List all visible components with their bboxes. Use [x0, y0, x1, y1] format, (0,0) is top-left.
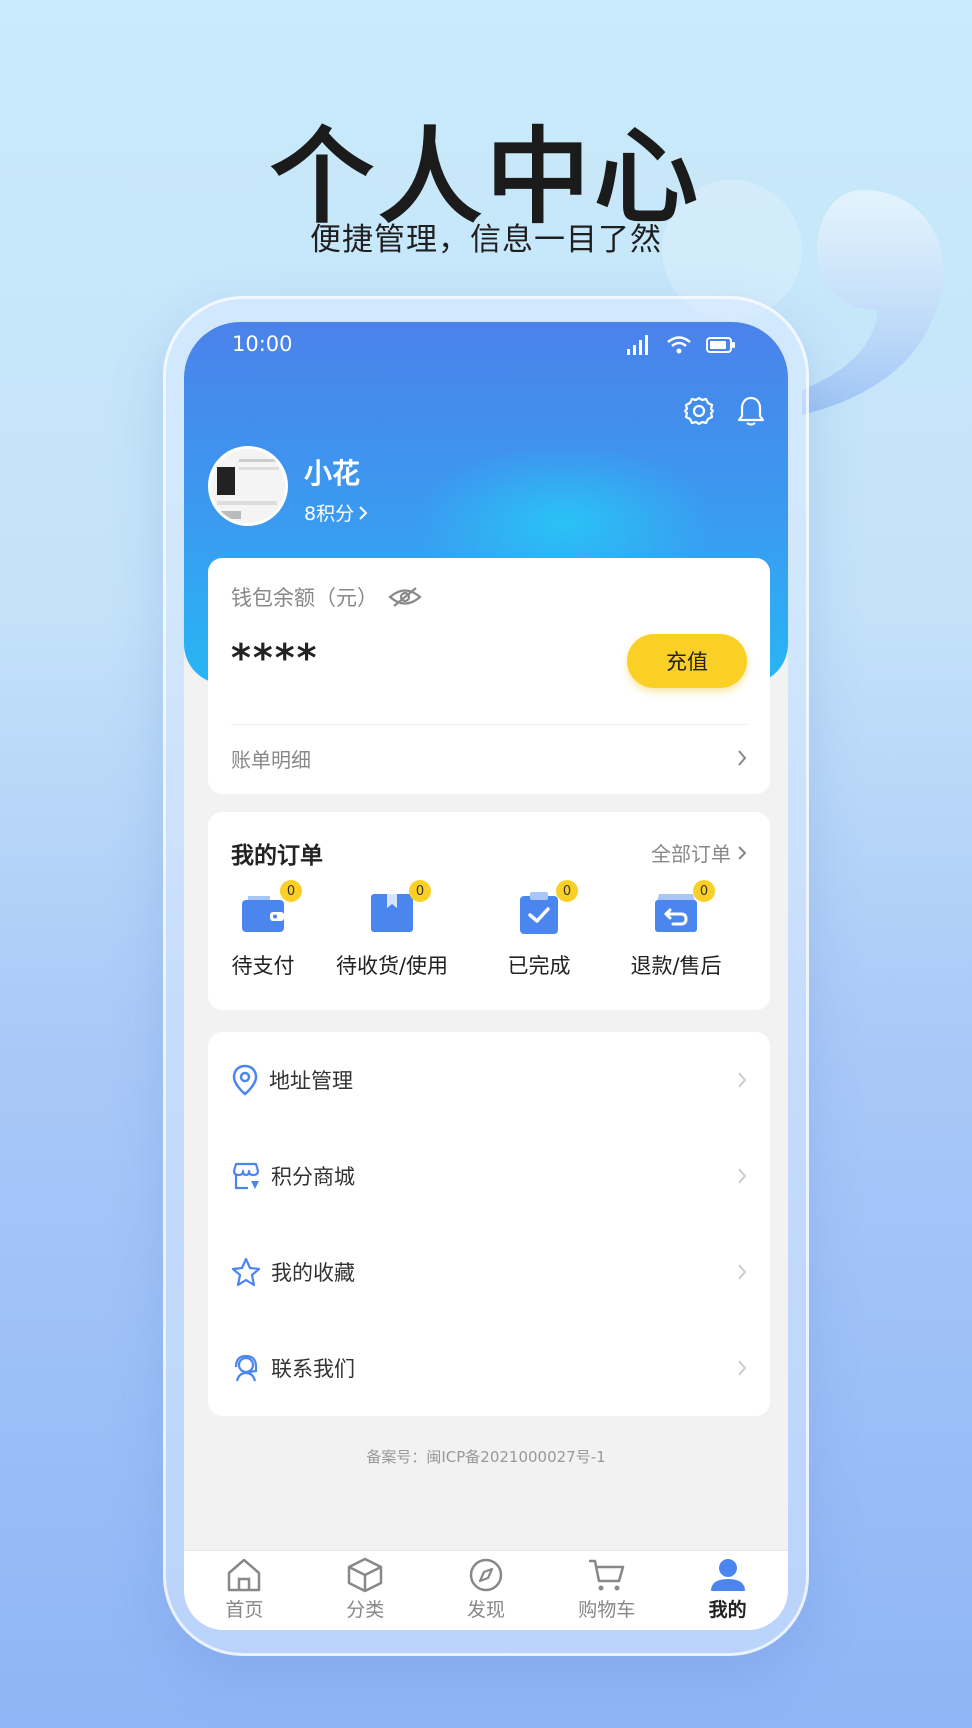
location-pin-icon — [232, 1064, 258, 1096]
status-bar: 10:00 — [184, 322, 788, 382]
hero-subtitle: 便捷管理，信息一目了然 — [310, 222, 662, 258]
status-time: 10:00 — [232, 332, 293, 356]
all-orders-label: 全部订单 — [651, 842, 731, 866]
username: 小花 — [304, 457, 361, 490]
tab-cart[interactable]: 购物车 — [546, 1551, 667, 1630]
cube-icon — [347, 1557, 383, 1593]
menu-item-contact[interactable]: 联系我们 — [231, 1338, 747, 1398]
bill-details-row[interactable]: 账单明细 — [231, 738, 747, 778]
tab-home[interactable]: 首页 — [184, 1551, 305, 1630]
wallet-amount: **** — [231, 636, 319, 680]
menu-item-address[interactable]: 地址管理 — [231, 1050, 747, 1110]
recharge-button[interactable]: 充值 — [627, 634, 747, 688]
return-box-icon — [655, 894, 697, 932]
star-icon — [231, 1257, 261, 1287]
pending-receipt-label: 待收货/使用 — [335, 954, 449, 978]
phone-screen: 10:00 小花 8积分 钱包余额（元） **** 充值 账单明细 我的订单 全… — [184, 322, 788, 1630]
tab-label: 分类 — [346, 1599, 385, 1621]
notification-button[interactable] — [734, 394, 768, 428]
menu-item-label: 地址管理 — [269, 1069, 353, 1093]
store-icon — [232, 1162, 260, 1190]
customer-service-icon — [234, 1354, 258, 1382]
wallet-icon — [242, 896, 284, 932]
menu-item-label: 积分商城 — [271, 1165, 355, 1189]
tab-discover[interactable]: 发现 — [426, 1551, 547, 1630]
all-orders-link[interactable]: 全部订单 — [651, 838, 747, 867]
tab-mine[interactable]: 我的 — [667, 1551, 788, 1630]
compass-icon — [469, 1558, 503, 1592]
wifi-icon — [667, 336, 691, 354]
menu-card: 地址管理 积分商城 我的收藏 联系我们 — [208, 1032, 770, 1416]
tab-bar: 首页 分类 发现 购物车 我的 — [184, 1550, 788, 1630]
completed-count-badge: 0 — [556, 880, 578, 902]
points-link[interactable]: 8积分 — [304, 499, 368, 526]
pending-payment-label: 待支付 — [231, 954, 295, 978]
wallet-balance-label: 钱包余额（元） — [231, 586, 378, 610]
chevron-right-icon — [738, 1168, 747, 1184]
order-refund[interactable]: 0 退款/售后 — [606, 880, 746, 980]
bell-icon — [737, 396, 765, 426]
wallet-card: 钱包余额（元） **** 充值 账单明细 — [208, 558, 770, 794]
tab-category[interactable]: 分类 — [305, 1551, 426, 1630]
home-icon — [228, 1558, 261, 1592]
completed-label: 已完成 — [507, 954, 571, 978]
avatar[interactable] — [208, 446, 288, 526]
eye-off-icon[interactable] — [388, 586, 422, 608]
order-pending-receipt[interactable]: 0 待收货/使用 — [322, 880, 462, 980]
menu-item-label: 我的收藏 — [271, 1261, 355, 1285]
order-completed[interactable]: 0 已完成 — [469, 880, 609, 980]
settings-icon — [683, 396, 715, 426]
chevron-right-icon — [359, 505, 368, 520]
cart-icon — [588, 1559, 625, 1591]
orders-title: 我的订单 — [231, 843, 323, 869]
icp-record: 备案号：闽ICP备2021000027号-1 — [366, 1448, 606, 1466]
chevron-right-icon — [738, 845, 747, 860]
pending-payment-count-badge: 0 — [280, 880, 302, 902]
orders-card: 我的订单 全部订单 0 待支付 0 待收货/使用 0 已完成 0 退款/售后 — [208, 812, 770, 1010]
divider — [231, 724, 747, 725]
menu-item-label: 联系我们 — [271, 1357, 355, 1381]
user-icon — [710, 1559, 745, 1591]
menu-item-points-mall[interactable]: 积分商城 — [231, 1146, 747, 1206]
box-icon — [371, 894, 413, 932]
signal-icon — [627, 335, 648, 355]
chevron-right-icon — [738, 1072, 747, 1088]
refund-count-badge: 0 — [693, 880, 715, 902]
chevron-right-icon — [738, 1264, 747, 1280]
tab-label: 购物车 — [578, 1599, 636, 1621]
pending-receipt-count-badge: 0 — [409, 880, 431, 902]
menu-item-favorites[interactable]: 我的收藏 — [231, 1242, 747, 1302]
tab-label: 我的 — [708, 1599, 747, 1621]
clipboard-check-icon — [520, 892, 558, 934]
settings-button[interactable] — [682, 394, 716, 428]
tab-label: 发现 — [466, 1599, 505, 1621]
chevron-right-icon — [738, 1360, 747, 1376]
chevron-right-icon — [738, 750, 747, 766]
order-pending-payment[interactable]: 0 待支付 — [193, 880, 333, 980]
tab-label: 首页 — [225, 1599, 264, 1621]
refund-label: 退款/售后 — [630, 954, 722, 978]
bill-details-label: 账单明细 — [231, 747, 311, 772]
battery-icon — [706, 337, 735, 353]
points-label: 8积分 — [304, 503, 355, 525]
